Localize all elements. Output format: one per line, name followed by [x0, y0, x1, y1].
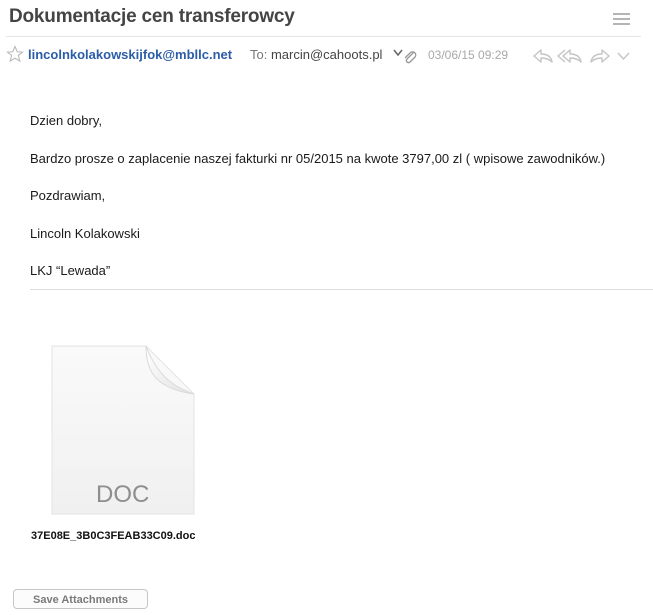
save-attachments-button[interactable]: Save Attachments: [13, 589, 148, 609]
divider: [30, 289, 653, 290]
more-chevron-icon[interactable]: [617, 52, 630, 61]
forward-icon[interactable]: [589, 48, 611, 64]
divider: [6, 36, 641, 37]
reply-icon[interactable]: [532, 48, 554, 64]
message-body: Dzien dobry, Bardzo prosze o zaplacenie …: [30, 113, 605, 301]
body-line: Dzien dobry,: [30, 113, 103, 128]
paperclip-icon[interactable]: [402, 49, 418, 65]
reply-all-icon[interactable]: [557, 48, 583, 64]
menu-icon[interactable]: [613, 13, 630, 25]
sender-address[interactable]: lincolnkolakowskijfok@mbllc.net: [28, 47, 232, 62]
body-line: Lincoln Kolakowski: [30, 225, 140, 241]
body-line: Bardzo prosze o zaplacenie naszej faktur…: [30, 150, 606, 166]
body-line: LKJ “Lewada”: [30, 263, 111, 278]
to-label: To:: [250, 47, 268, 62]
document-type-label: DOC: [96, 481, 150, 508]
recipient-field[interactable]: To: marcin@cahoots.pl: [250, 47, 382, 62]
email-subject: Dokumentacje cen transferowcy: [9, 6, 295, 27]
body-line: Pozdrawiam,: [30, 188, 106, 203]
recipient-address[interactable]: marcin@cahoots.pl: [271, 47, 382, 62]
message-date: 03/06/15 09:29: [428, 48, 509, 62]
star-icon[interactable]: [6, 45, 24, 63]
attachment-filename[interactable]: 37E08E_3B0C3FEAB33C09.doc: [31, 530, 195, 542]
message-header: lincolnkolakowskijfok@mbllc.net To: marc…: [0, 45, 653, 67]
